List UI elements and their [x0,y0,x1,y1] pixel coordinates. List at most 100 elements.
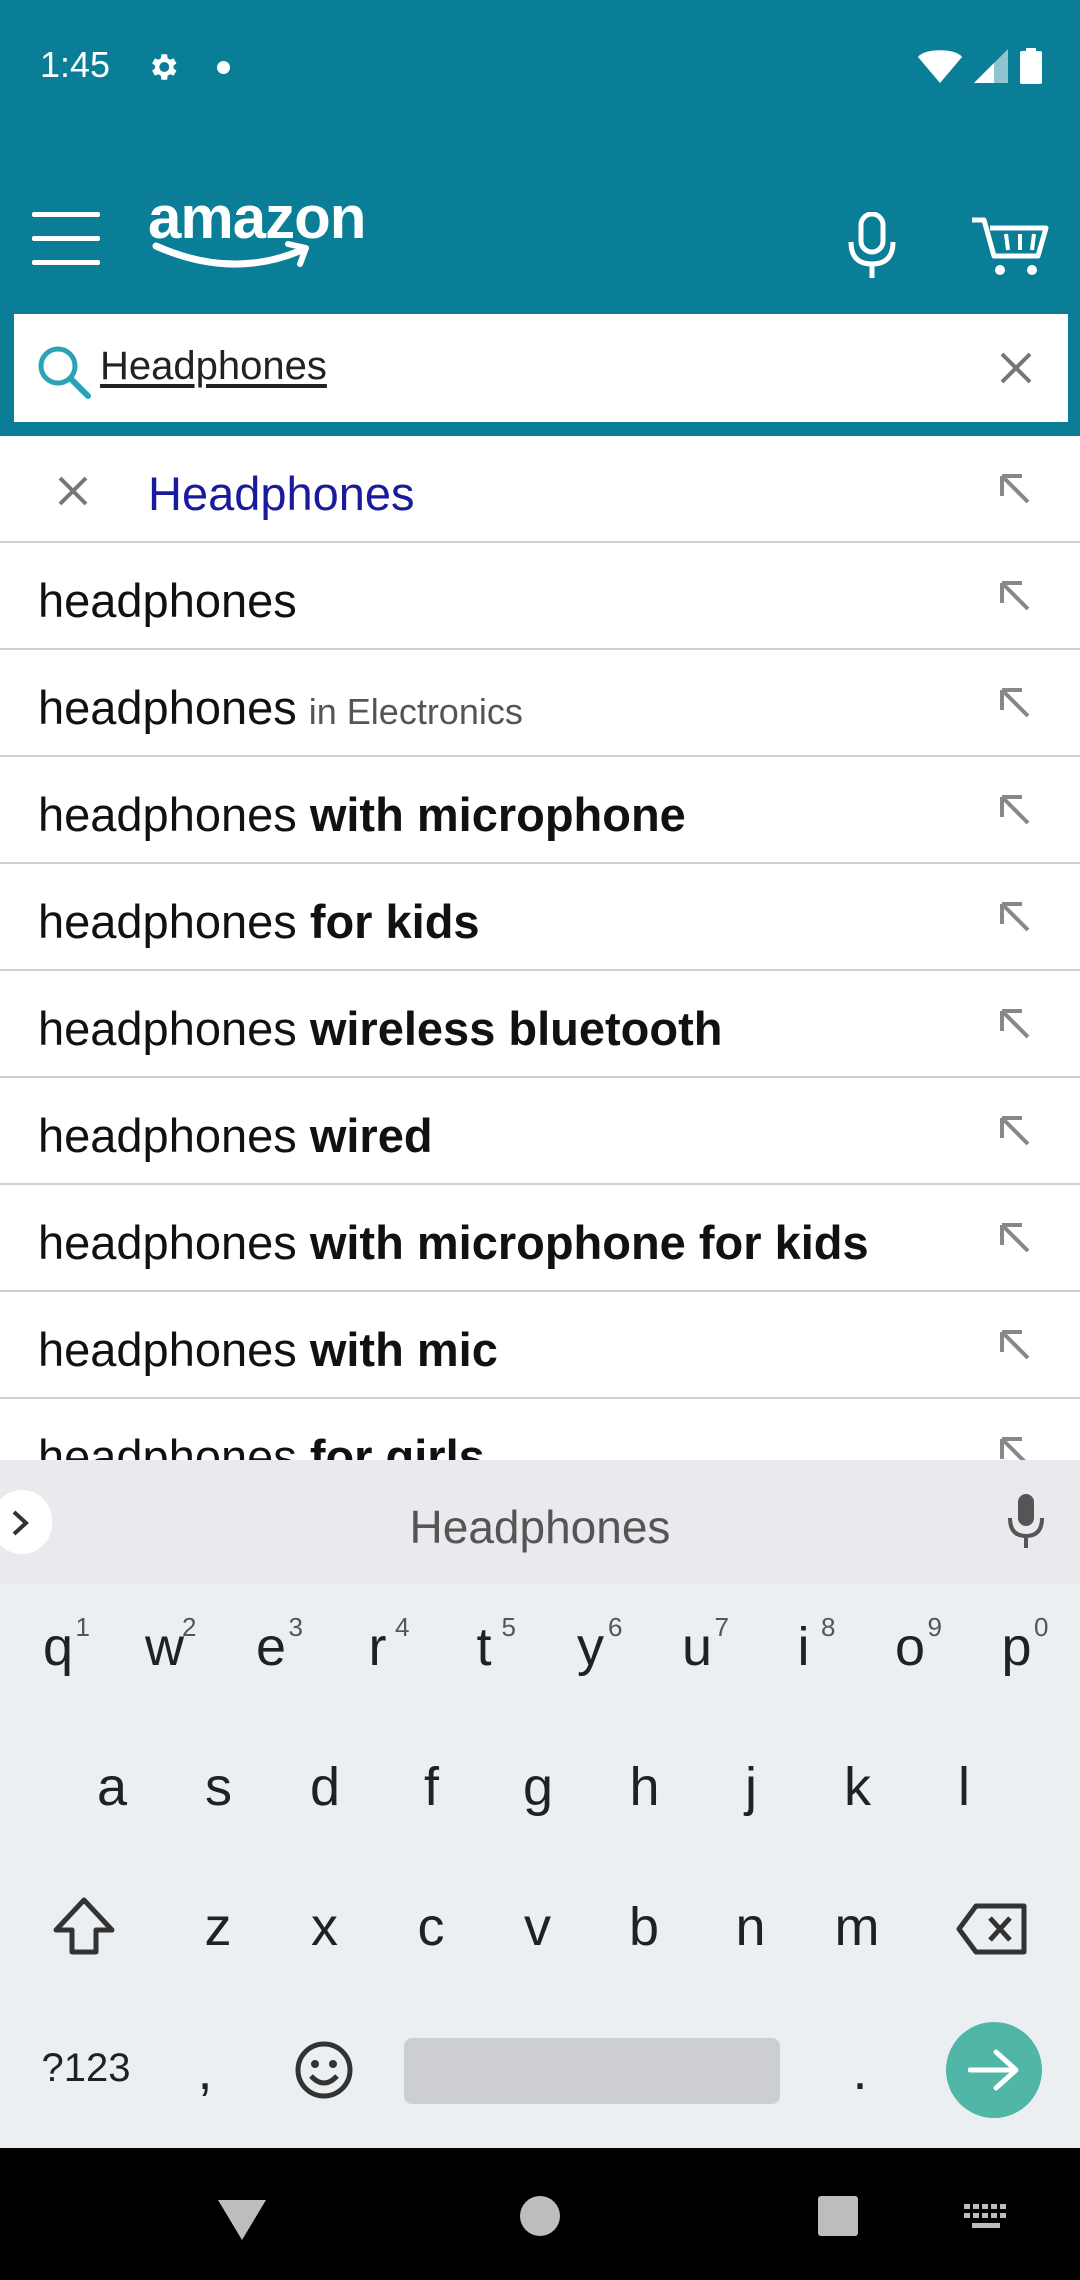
arrow-up-left-icon [1000,1009,1030,1039]
key-hint: 9 [927,1612,942,1642]
suggestion-base: headphones [38,1002,310,1055]
symbols-key[interactable]: ?123 [34,2012,138,2132]
key-hint: 3 [288,1612,303,1642]
key-label: b [628,1897,660,1957]
suggestion-item[interactable]: headphones for girls [0,1399,1080,1460]
backspace-key[interactable] [946,1872,1056,1992]
key-label: x [311,1897,338,1957]
key-label: m [834,1897,880,1957]
key-g[interactable]: g [488,1728,588,1848]
keyboard-suggestion-strip: Headphones [0,1460,1080,1584]
suggestion-base: headphones [38,574,297,627]
key-l[interactable]: l [914,1728,1014,1848]
suggestion-item[interactable]: headphones with microphone [0,757,1080,864]
fill-query-button[interactable] [994,1324,1034,1369]
key-i[interactable]: i8 [754,1588,854,1708]
suggestion-item[interactable]: headphones with microphone for kids [0,1185,1080,1292]
comma-key-label: , [197,2041,213,2101]
voice-search-button[interactable] [845,211,899,285]
space-key[interactable] [404,2038,780,2104]
key-label: f [423,1757,439,1817]
suggestion-text: headphones for girls [38,1429,497,1460]
keyboard-voice-button[interactable] [1006,1494,1046,1555]
key-v[interactable]: v [488,1868,588,1988]
recents-button[interactable] [816,2194,860,2243]
key-h[interactable]: h [595,1728,695,1848]
key-b[interactable]: b [594,1868,694,1988]
key-e[interactable]: e3 [221,1588,321,1708]
key-k[interactable]: k [808,1728,908,1848]
key-label: u [681,1617,713,1677]
key-r[interactable]: r4 [328,1588,428,1708]
suggestion-base: headphones [38,788,310,841]
key-label: h [629,1757,660,1817]
suggestion-text: headphones with microphone [38,787,698,842]
key-x[interactable]: x [275,1868,375,1988]
clear-icon[interactable] [996,348,1036,388]
key-label: c [417,1897,445,1957]
key-label: i [797,1617,810,1677]
emoji-icon [295,2041,353,2099]
backspace-icon [956,1903,1027,1955]
recents-icon [818,2196,858,2236]
fill-query-button[interactable] [994,1110,1034,1155]
amazon-logo[interactable]: amazon [148,188,388,278]
keyboard-word-suggestion[interactable]: Headphones [0,1500,1080,1554]
key-m[interactable]: m [807,1868,907,1988]
key-y[interactable]: y6 [541,1588,641,1708]
period-key[interactable]: . [810,2012,910,2132]
key-u[interactable]: u7 [647,1588,747,1708]
key-w[interactable]: w2 [115,1588,215,1708]
suggestion-item[interactable]: headphones for kids [0,864,1080,971]
emoji-key[interactable] [274,2012,374,2132]
fill-query-button[interactable] [994,789,1034,834]
key-d[interactable]: d [275,1728,375,1848]
key-p[interactable]: p0 [967,1588,1067,1708]
fill-query-button[interactable] [994,896,1034,941]
key-c[interactable]: c [381,1868,481,1988]
key-z[interactable]: z [168,1868,268,1988]
cart-button[interactable] [970,214,1050,283]
remove-icon[interactable] [56,474,90,508]
suggestion-base: headphones [38,1430,310,1460]
key-a[interactable]: a [62,1728,162,1848]
suggestion-item[interactable]: headphones wireless bluetooth [0,971,1080,1078]
keyboard-switch-button[interactable] [964,2204,1008,2239]
key-t[interactable]: t5 [434,1588,534,1708]
menu-icon-bar [32,236,100,241]
key-n[interactable]: n [701,1868,801,1988]
home-button[interactable] [518,2194,562,2243]
back-button[interactable] [216,2196,268,2247]
key-hint: 1 [75,1612,90,1642]
fill-query-button[interactable] [994,1431,1034,1460]
fill-query-button[interactable] [994,575,1034,620]
shift-icon [53,1897,115,1955]
suggestion-text: headphones wired [38,1108,445,1163]
cart-icon [972,217,1049,275]
suggestion-item[interactable]: headphones wired [0,1078,1080,1185]
key-s[interactable]: s [169,1728,269,1848]
shift-key[interactable] [34,1872,134,1992]
suggestion-item[interactable]: headphones with mic [0,1292,1080,1399]
suggestion-item[interactable]: headphones in Electronics [0,650,1080,757]
key-o[interactable]: o9 [860,1588,960,1708]
enter-key[interactable] [946,2022,1042,2118]
key-label: q [42,1617,74,1677]
suggestion-item[interactable]: headphones [0,543,1080,650]
key-j[interactable]: j [701,1728,801,1848]
menu-button[interactable] [32,212,100,268]
suggestion-current-query[interactable]: Headphones [0,436,1080,543]
key-label: o [894,1617,926,1677]
fill-query-button[interactable] [994,682,1034,727]
key-f[interactable]: f [382,1728,482,1848]
search-input[interactable]: Headphones [14,314,1068,422]
fill-query-button[interactable] [994,468,1034,513]
fill-query-button[interactable] [994,1217,1034,1262]
key-label: z [204,1897,232,1957]
key-hint: 2 [182,1612,197,1642]
key-hint: 5 [501,1612,516,1642]
key-q[interactable]: q1 [8,1588,108,1708]
suggestion-base: headphones [38,895,310,948]
comma-key[interactable]: , [170,2012,240,2132]
fill-query-button[interactable] [994,1003,1034,1048]
